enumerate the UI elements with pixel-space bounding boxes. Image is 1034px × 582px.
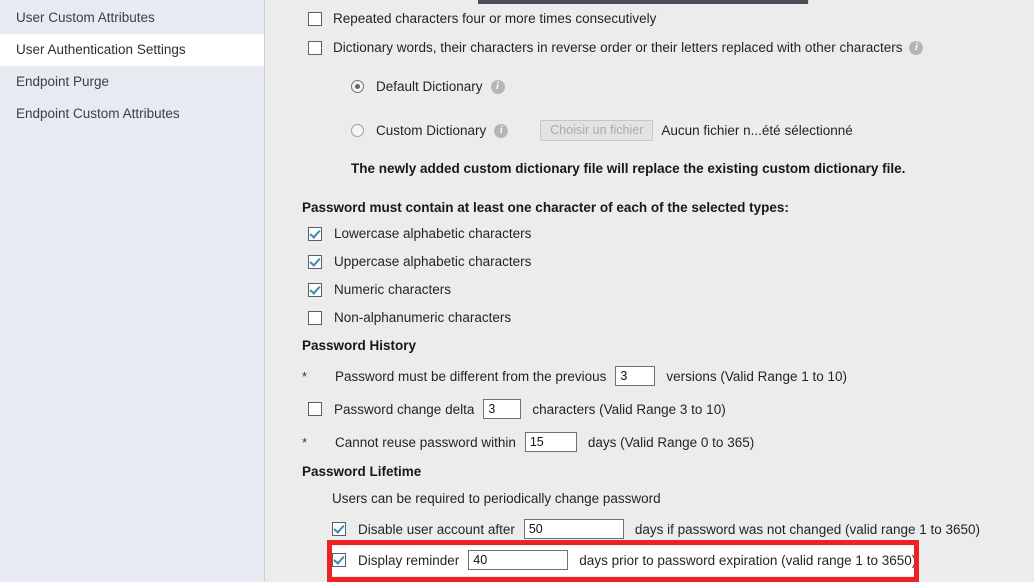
cutoff-toolbar-stub xyxy=(478,0,809,4)
display-reminder-days-input[interactable] xyxy=(468,550,569,570)
info-icon[interactable] xyxy=(909,40,924,55)
repeated-characters-checkbox[interactable] xyxy=(308,11,322,26)
dictionary-words-checkbox[interactable] xyxy=(308,40,322,55)
sidebar-item-label: Endpoint Custom Attributes xyxy=(16,106,180,121)
sidebar-item-endpoint-custom-attributes[interactable]: Endpoint Custom Attributes xyxy=(0,98,264,130)
numeric-characters-row: Numeric characters xyxy=(308,282,451,297)
dictionary-words-row: Dictionary words, their characters in re… xyxy=(308,40,924,55)
non-alphanumeric-characters-checkbox[interactable] xyxy=(308,310,322,325)
password-change-delta-checkbox[interactable] xyxy=(308,402,322,416)
repeated-characters-label: Repeated characters four or more times c… xyxy=(333,11,657,26)
info-icon[interactable] xyxy=(490,79,505,94)
password-different-previous-row: * Password must be different from the pr… xyxy=(302,366,847,386)
sidebar-item-label: User Authentication Settings xyxy=(16,42,186,57)
info-icon[interactable] xyxy=(494,123,509,138)
password-lifetime-subtitle: Users can be required to periodically ch… xyxy=(332,491,661,506)
disable-user-account-row: Disable user account after days if passw… xyxy=(332,519,980,539)
display-reminder-range-label: days prior to password expiration (valid… xyxy=(579,552,917,568)
character-types-heading: Password must contain at least one chara… xyxy=(302,200,789,215)
custom-dictionary-label: Custom Dictionary xyxy=(376,123,487,138)
uppercase-characters-row: Uppercase alphabetic characters xyxy=(308,254,531,269)
password-change-delta-row: Password change delta characters (Valid … xyxy=(308,399,726,419)
uppercase-characters-checkbox[interactable] xyxy=(308,254,322,269)
default-dictionary-label: Default Dictionary xyxy=(376,79,483,94)
display-reminder-checkbox[interactable] xyxy=(332,553,346,567)
password-change-delta-input[interactable] xyxy=(483,399,522,419)
password-change-delta-label: Password change delta xyxy=(334,401,475,417)
selected-file-name: Aucun fichier n...été sélectionné xyxy=(661,123,853,138)
dictionary-file-chooser[interactable]: Choisir un fichier Aucun fichier n...été… xyxy=(540,120,853,141)
cannot-reuse-days-input[interactable] xyxy=(524,432,577,452)
numeric-characters-label: Numeric characters xyxy=(334,282,452,297)
custom-dictionary-row: Custom Dictionary Choisir un fichier Auc… xyxy=(351,120,853,141)
lowercase-characters-row: Lowercase alphabetic characters xyxy=(308,226,531,241)
sidebar-item-endpoint-purge[interactable]: Endpoint Purge xyxy=(0,66,264,98)
cannot-reuse-range-label: days (Valid Range 0 to 365) xyxy=(587,434,755,450)
sidebar-item-user-custom-attributes[interactable]: User Custom Attributes xyxy=(0,2,264,34)
custom-dictionary-radio[interactable] xyxy=(351,124,364,137)
settings-content-panel: Repeated characters four or more times c… xyxy=(265,0,1034,582)
required-marker: * xyxy=(302,368,308,384)
non-alphanumeric-characters-row: Non-alphanumeric characters xyxy=(308,310,511,325)
custom-dictionary-replace-notice: The newly added custom dictionary file w… xyxy=(351,161,906,176)
default-dictionary-radio[interactable] xyxy=(351,80,364,93)
repeated-characters-row: Repeated characters four or more times c… xyxy=(308,11,656,26)
lowercase-characters-checkbox[interactable] xyxy=(308,226,322,241)
default-dictionary-row: Default Dictionary xyxy=(351,79,505,94)
sidebar-item-label: User Custom Attributes xyxy=(16,10,155,25)
display-reminder-row: Display reminder days prior to password … xyxy=(332,550,916,570)
password-versions-range-label: versions (Valid Range 1 to 10) xyxy=(666,368,847,384)
dictionary-words-label: Dictionary words, their characters in re… xyxy=(333,40,903,55)
sidebar-item-user-authentication-settings[interactable]: User Authentication Settings xyxy=(0,34,264,66)
disable-user-account-label: Disable user account after xyxy=(358,521,515,537)
non-alphanumeric-characters-label: Non-alphanumeric characters xyxy=(334,310,512,325)
required-marker: * xyxy=(302,434,308,450)
numeric-characters-checkbox[interactable] xyxy=(308,282,322,297)
password-change-delta-range-label: characters (Valid Range 3 to 10) xyxy=(532,401,726,417)
settings-sidebar: User Custom Attributes User Authenticati… xyxy=(0,0,265,582)
disable-user-account-days-input[interactable] xyxy=(523,519,624,539)
settings-page: User Custom Attributes User Authenticati… xyxy=(0,0,1034,582)
sidebar-item-label: Endpoint Purge xyxy=(16,74,110,89)
disable-user-account-checkbox[interactable] xyxy=(332,522,346,536)
password-versions-input[interactable] xyxy=(615,366,656,386)
password-lifetime-heading: Password Lifetime xyxy=(302,464,422,479)
lowercase-characters-label: Lowercase alphabetic characters xyxy=(334,226,532,241)
password-different-previous-label: Password must be different from the prev… xyxy=(335,368,607,384)
choose-file-button[interactable]: Choisir un fichier xyxy=(540,120,654,141)
display-reminder-label: Display reminder xyxy=(358,552,460,568)
uppercase-characters-label: Uppercase alphabetic characters xyxy=(334,254,532,269)
cannot-reuse-password-row: * Cannot reuse password within days (Val… xyxy=(302,432,754,452)
disable-user-account-range-label: days if password was not changed (valid … xyxy=(634,521,981,537)
cannot-reuse-password-label: Cannot reuse password within xyxy=(335,434,516,450)
password-history-heading: Password History xyxy=(302,338,417,353)
